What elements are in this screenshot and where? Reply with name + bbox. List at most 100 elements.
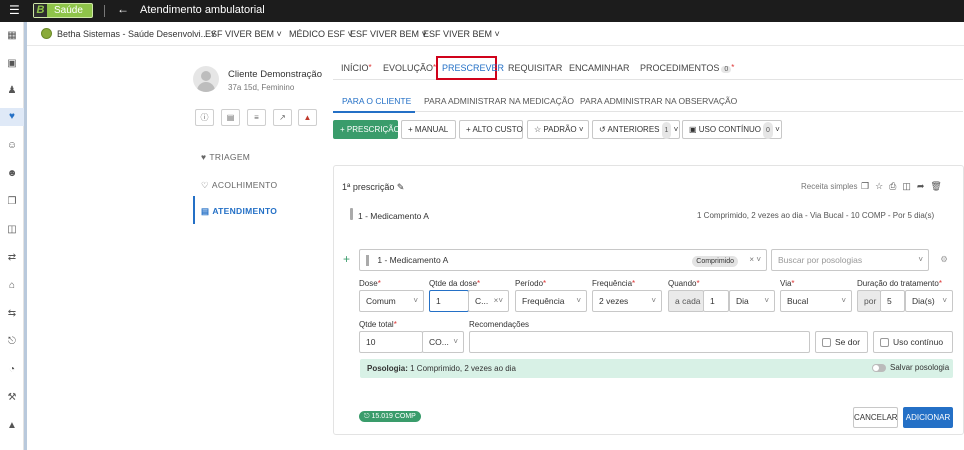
add-item-icon[interactable]: +	[343, 252, 350, 266]
org-name: Betha Sistemas - Saúde Desenvolvi...	[57, 29, 209, 39]
label-text: Período	[515, 279, 544, 288]
chevron-down-icon: ˅	[918, 255, 923, 264]
cancel-button[interactable]: CANCELAR	[853, 407, 898, 428]
via-label: Via*	[780, 279, 795, 288]
qtde-total-input[interactable]: 10	[359, 331, 423, 353]
share-icon[interactable]: ➦	[917, 181, 931, 191]
add-button[interactable]: ADICIONAR	[903, 407, 953, 428]
frequencia-select[interactable]: 2 vezes ˅	[592, 290, 662, 312]
duracao-unit-select[interactable]: Dia(s) ˅	[905, 290, 953, 312]
tools-icon[interactable]: ⚒	[6, 392, 18, 404]
user-icon[interactable]: ☻	[6, 168, 18, 180]
salvar-posologia-toggle[interactable]	[872, 364, 886, 372]
manual-button[interactable]: + MANUAL	[401, 120, 456, 139]
prescription-title: 1ª prescrição ✎	[342, 182, 404, 193]
nav-triagem[interactable]: ♥ TRIAGEM	[201, 152, 250, 162]
tab-requisitar[interactable]: REQUISITAR	[508, 63, 562, 73]
people-queue-icon[interactable]: ♟	[6, 85, 18, 97]
prescription-title-text: 1ª prescrição	[342, 182, 395, 192]
anteriores-button[interactable]: ↺ ANTERIORES 1 ˅	[592, 120, 680, 139]
chart-button[interactable]: ↗	[273, 109, 292, 126]
org-selector[interactable]: Betha Sistemas - Saúde Desenvolvi... ˅	[57, 29, 216, 39]
group-icon[interactable]: ☺	[6, 140, 18, 152]
flask-icon[interactable]: ▲	[6, 420, 18, 432]
label-text: Quando	[668, 279, 697, 288]
back-arrow-icon[interactable]: ←	[117, 2, 129, 16]
settings-icon[interactable]: ⚙	[934, 249, 954, 271]
periodo-select[interactable]: Frequência ˅	[515, 290, 587, 312]
calendar-icon[interactable]: ▣	[6, 58, 18, 70]
quando-input[interactable]: 1	[703, 290, 729, 312]
field-value: C...	[475, 296, 489, 306]
button-label: MANUAL	[414, 125, 449, 134]
add-prescription-button[interactable]: + PRESCRIÇÃO	[333, 120, 400, 139]
truck-icon[interactable]: ⎋	[6, 336, 18, 348]
hamburger-icon[interactable]: ☰	[9, 3, 20, 17]
home-icon[interactable]: ⌂	[6, 280, 18, 292]
medication-select[interactable]: 1 - Medicamento A Comprimido × ˅	[359, 249, 767, 271]
button-label: PADRÃO	[543, 125, 577, 134]
posologia-value: 1 Comprimido, 2 vezes ao dia	[410, 364, 516, 373]
tab-evolucao[interactable]: EVOLUÇÃO*	[383, 63, 436, 73]
nav-active-indicator	[193, 196, 195, 224]
copy-icon[interactable]: ❐	[6, 196, 18, 208]
alto-custo-button[interactable]: + ALTO CUSTO	[459, 120, 523, 139]
uso-continuo-button[interactable]: ▣ USO CONTÍNUO 0 ˅	[682, 120, 782, 139]
duracao-input[interactable]: 5	[880, 290, 905, 312]
page-title: Atendimento ambulatorial	[140, 4, 265, 16]
quando-unit-select[interactable]: Dia ˅	[729, 290, 775, 312]
recomendacoes-input[interactable]	[469, 331, 810, 353]
tab-label: ENCAMINHAR	[569, 63, 630, 73]
field-value: 2 vezes	[599, 296, 629, 306]
se-dor-checkbox[interactable]: Se dor	[815, 331, 868, 353]
via-select[interactable]: Bucal ˅	[780, 290, 852, 312]
star-icon[interactable]: ☆	[875, 181, 889, 191]
role-selector[interactable]: MÉDICO ESF ˅	[289, 29, 353, 39]
patient-name: Cliente Demonstração	[228, 69, 322, 80]
info-button[interactable]: ⓘ	[195, 109, 214, 126]
tab-procedimentos[interactable]: PROCEDIMENTOS 0 *	[640, 63, 734, 73]
button-label: ALTO CUSTO	[472, 125, 523, 134]
duracao-prefix: por	[857, 290, 881, 312]
copy-icon[interactable]: ❐	[861, 181, 875, 191]
print-icon[interactable]: ⎙	[889, 181, 902, 191]
subtab-cliente[interactable]: PARA O CLIENTE	[342, 96, 411, 106]
trash-icon[interactable]: 🗑	[930, 181, 947, 191]
tab-prescrever[interactable]: PRESCREVER	[442, 63, 504, 73]
qtde-dose-unit-select[interactable]: C... ×˅	[468, 290, 509, 312]
shuffle-icon[interactable]: ⇄	[6, 252, 18, 264]
medication-select-value: 1 - Medicamento A	[377, 255, 449, 265]
document-button[interactable]: ▤	[221, 109, 240, 126]
dashboard-icon[interactable]: ▦	[6, 30, 18, 42]
clear-chevron-icon[interactable]: × ˅	[749, 250, 761, 270]
area-selector[interactable]: ESF VIVER BEM ˅	[423, 29, 500, 39]
qtde-total-unit-select[interactable]: CO... ˅	[422, 331, 464, 353]
drag-handle[interactable]	[350, 208, 353, 220]
list-button[interactable]: ≡	[247, 109, 266, 126]
subtab-observacao[interactable]: PARA ADMINISTRAR NA OBSERVAÇÃO	[580, 96, 737, 106]
pharmacy-icon[interactable]: ◫	[902, 181, 917, 191]
unit-selector[interactable]: ESF VIVER BEM ˅	[205, 29, 282, 39]
team-selector[interactable]: ESF VIVER BEM ˅	[350, 29, 427, 39]
qtde-dose-input[interactable]: 1	[429, 290, 469, 312]
pie-chart-icon[interactable]: ◔	[6, 364, 18, 376]
pencil-icon[interactable]: ✎	[397, 182, 405, 192]
nav-acolhimento[interactable]: ♡ ACOLHIMENTO	[201, 180, 277, 191]
alert-button[interactable]: ▲	[298, 109, 317, 126]
sidebar-item-active[interactable]: ♥	[0, 108, 24, 126]
uso-continuo-checkbox[interactable]: Uso contínuo	[873, 331, 953, 353]
subtab-medicacao[interactable]: PARA ADMINISTRAR NA MEDICAÇÃO	[424, 96, 574, 106]
nav-label: ACOLHIMENTO	[211, 180, 278, 190]
dose-select[interactable]: Comum ˅	[359, 290, 424, 312]
heart-monitor-icon: ♥	[201, 152, 207, 162]
tab-inicio[interactable]: INÍCIO*	[341, 63, 372, 73]
transfer-icon[interactable]: ⇆	[6, 308, 18, 320]
padrao-button[interactable]: ☆ PADRÃO ˅	[527, 120, 589, 139]
app-logo[interactable]: B Saúde	[33, 3, 93, 18]
tab-encaminhar[interactable]: ENCAMINHAR	[569, 63, 630, 73]
nav-atendimento[interactable]: ▤ ATENDIMENTO	[201, 206, 277, 217]
button-label: USO CONTÍNUO	[698, 125, 762, 134]
stock-badge: ⎋ 15.019 COMP	[359, 411, 421, 422]
posologia-search[interactable]: Buscar por posologias ˅	[771, 249, 929, 271]
layers-icon[interactable]: ◫	[6, 224, 18, 236]
